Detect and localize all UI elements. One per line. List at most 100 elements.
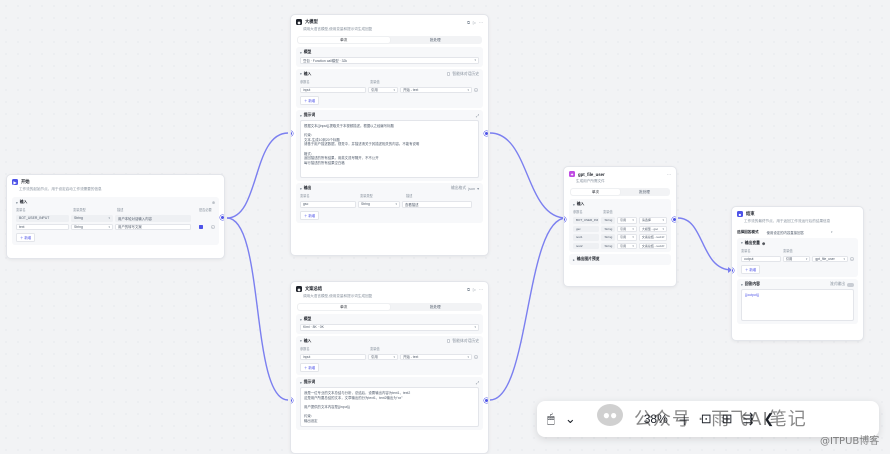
llm-input-section: ▾ 输入 智能体对话历史 参数名 变量值 input 引用 ▾ 开始 - text ▾ … [296,68,483,108]
chevron-down-icon[interactable]: ▾ [16,201,18,205]
col-var: 变量名 [16,208,26,212]
add-param-button[interactable]: ＋ 新增 [300,96,320,105]
prompt-editor[interactable]: 根据文本{{input}}提取关于本视频描述。根据以之经编写标题 约束： 文本-… [300,120,479,178]
llm-param-name[interactable]: input [300,86,366,93]
required-checkbox[interactable] [199,224,203,229]
input-port[interactable] [732,268,734,273]
input-port[interactable] [291,131,293,136]
plugin-param-ref[interactable]: 大模型 - gsc ▾ [638,225,668,232]
llm-param-mode[interactable]: 引用 ▾ [368,86,398,93]
more-icon[interactable]: ⋯ [479,20,483,25]
plugin-tabs: 单次 批处理 [570,188,670,196]
output-desc[interactable]: 查看描述 [402,201,472,208]
tab-single[interactable]: 单次 [571,189,620,195]
plugin-param-mode[interactable]: 引用 ▾ [617,225,637,232]
start-input-label: 输入 [19,200,28,204]
expand-icon[interactable]: ⤢ [476,381,479,385]
text-node-desc: 调用大语言模型,使用变量和提示词生成回复 [303,294,373,298]
add-var-button[interactable]: ＋ 新增 [741,265,761,274]
run-icon[interactable]: ▷ [473,287,476,292]
input-port[interactable] [564,217,566,222]
output-port[interactable] [672,217,676,222]
add-param-button[interactable]: ＋ 新增 [16,233,36,242]
output-port[interactable] [484,398,488,403]
llm-node-title: 大模型 [305,19,318,24]
stream-toggle[interactable] [847,282,854,287]
input-checkbox[interactable] [446,72,451,76]
more-icon[interactable]: ⋯ [667,172,671,177]
tab-batch[interactable]: 批处理 [390,304,482,310]
end-var-mode[interactable]: 引用 ▾ [782,255,811,262]
output-label: 输出 [303,186,312,190]
remove-icon[interactable]: − [850,256,854,261]
text-input-section: ▾ 输入 智能体对话历史 参数名 变量值 input 引用 ▾ 开始 - text ▾ … [296,335,483,375]
watermark-itpub: @ITPUB博客 [820,436,880,447]
param-name[interactable]: text [16,223,69,230]
text-node[interactable]: ◆ 文案总结 ⧉ ▷ ⋯ 调用大语言模型,使用变量和提示词生成回复 单次 批处理 ▾… [290,281,489,454]
param-desc[interactable]: 用户的转写文案 [115,223,191,230]
plugin-param-ref[interactable]: 请选择 ▾ [638,217,668,224]
start-icon: ▶ [12,179,18,185]
param-type[interactable]: String ▾ [71,215,113,222]
remove-icon[interactable]: − [474,354,478,359]
remove-icon[interactable]: − [210,224,215,229]
start-param-row: text String ▾ 用户的转写文案 − [16,223,215,230]
tab-batch[interactable]: 批处理 [620,189,669,195]
text-param-ref[interactable]: 开始 - text ▾ [400,353,472,360]
add-param-button[interactable]: ＋ 新增 [300,363,320,372]
col-required: 是否必要 [199,208,212,212]
plugin-param-name: text1 [573,234,600,241]
model-select[interactable]: 豆包 · Function call模型 · 32k ▾ [300,57,479,64]
output-port[interactable] [220,215,224,220]
tab-batch[interactable]: 批处理 [390,37,482,43]
plugin-param-type: String [601,225,616,232]
tab-single[interactable]: 单次 [298,37,390,43]
text-param-name[interactable]: input [300,353,366,360]
answer-section: ▾ 回答内容 流式输出 {{output}} [737,279,858,324]
run-icon[interactable]: ▷ [473,20,476,25]
plugin-param-mode[interactable]: 引用 ▾ [617,234,637,241]
copy-icon[interactable]: ⧉ [467,20,470,25]
plugin-param-ref[interactable]: 文案总结 - text2 ▾ [638,242,668,249]
output-port[interactable] [484,131,488,136]
plugin-node-title: gpt_file_user [578,171,605,177]
plugin-node[interactable]: ✦ gpt_file_user ⋯ 生成用户所需文件 单次 批处理 ▾ 输入 参数… [563,166,677,287]
param-desc[interactable]: 用户本轮对话输入内容 [115,215,191,222]
expand-icon[interactable]: ⤢ [476,114,479,118]
param-type[interactable]: String ▾ [71,223,113,230]
end-node[interactable]: ■ 结束 工作流的最终节点，用于返回工作流运行后的结果信息 选择回答模式 使用设… [731,206,864,341]
start-node[interactable]: ▶ 开始 工作流的起始节点，用于设定启动工作流需要的信息 ▾ 输入 ⊕ 变量名 … [6,174,225,259]
add-icon[interactable]: ⊕ [212,200,215,205]
plugin-icon: ✦ [569,171,575,177]
plugin-param-type: String [601,217,616,224]
plugin-param-type: String [601,234,616,241]
return-mode-select[interactable]: 使用设定的内容直接回答 ▾ [764,229,835,236]
copy-icon[interactable]: ⧉ [467,287,470,292]
input-checkbox[interactable] [446,339,451,343]
text-param-mode[interactable]: 引用 ▾ [368,353,398,360]
llm-node[interactable]: ◆ 大模型 ⧉ ▷ ⋯ 调用大语言模型,使用变量和提示词生成回复 单次 批处理 ▾ 模… [290,14,489,256]
more-icon[interactable]: ⋯ [479,287,483,292]
input-port[interactable] [291,398,293,403]
llm-param-ref[interactable]: 开始 - text ▾ [400,86,472,93]
plugin-param-mode[interactable]: 引用 ▾ [617,217,637,224]
plugin-param-mode[interactable]: 引用 ▾ [617,242,637,249]
remove-icon[interactable]: − [474,87,478,92]
chevron-down-icon[interactable]: ⌄ [565,411,576,427]
output-type[interactable]: String ▾ [358,201,400,208]
watermark-wechat: 公众号 · 雨飞AI笔记 [634,409,807,430]
tab-single[interactable]: 单次 [298,304,390,310]
output-var[interactable]: gsc [300,201,356,208]
end-var-ref[interactable]: gpt_file_user ▾ [812,255,849,262]
plugin-param-name: text2 [573,242,600,249]
prompt-editor[interactable]: 我是一位专业的文本总结与分析，总结后，设置输出内容为text1，text2 这是… [300,387,479,427]
add-icon[interactable]: ⊕ [762,241,765,246]
model-select[interactable]: Kimi · 8K · 0K ▾ [300,324,479,331]
end-var-name[interactable]: output [741,255,781,262]
plugin-param-ref[interactable]: 文案总结 - text1 ▾ [638,234,668,241]
answer-editor[interactable]: {{output}} [741,289,854,321]
add-output-button[interactable]: ＋ 新增 [300,210,320,220]
return-mode-label: 选择回答模式 [737,229,759,234]
param-name[interactable]: BOT_USER_INPUT [16,215,69,222]
mouse-icon[interactable]: 🖱 [547,411,555,427]
